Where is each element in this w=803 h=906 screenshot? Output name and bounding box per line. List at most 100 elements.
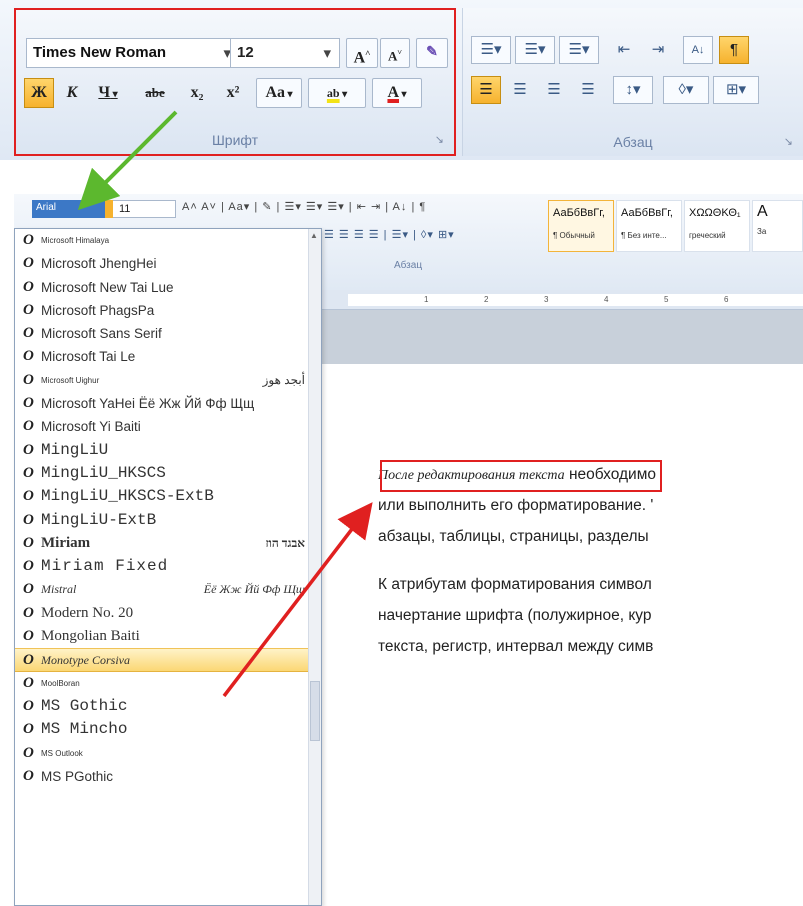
italic-button[interactable]: К — [58, 78, 86, 108]
align-center-icon[interactable]: ☰ — [505, 76, 535, 104]
font-list-item[interactable]: O MingLiU_HKSCS — [15, 462, 321, 485]
bullets-icon[interactable]: ☰▾ — [471, 36, 511, 64]
font-list-item[interactable]: O Microsoft Uighur أبجد هوز — [15, 369, 321, 392]
numbering-icon[interactable]: ☰▾ — [515, 36, 555, 64]
font-list-item[interactable]: O MingLiU_HKSCS-ExtB — [15, 485, 321, 508]
font-list-item-label: Modern No. 20 — [41, 604, 134, 621]
font-list-item[interactable]: O Miriam Fixed — [15, 555, 321, 578]
font-list-item[interactable]: O Microsoft Sans Serif — [15, 322, 321, 345]
show-formatting-button[interactable]: ¶ — [719, 36, 749, 64]
horizontal-ruler[interactable]: 1 2 3 4 5 6 — [314, 290, 803, 310]
font-list-item[interactable]: O MS Outlook — [15, 742, 321, 765]
font-list-item[interactable]: O MoolBoran — [15, 672, 321, 695]
opentype-font-icon: O — [23, 652, 34, 669]
font-dropdown-list[interactable]: O Microsoft Himalaya O Microsoft JhengHei O M… — [14, 228, 322, 906]
font-list-item[interactable]: O MS Gothic — [15, 695, 321, 718]
font-list-item-label: Microsoft Yi Baiti — [41, 419, 141, 435]
increase-indent-icon[interactable]: ⇥ — [643, 36, 673, 64]
highlight-color-button[interactable]: ab ▾ — [308, 78, 366, 108]
style-normal[interactable]: АаБбВвГг, ¶ Обычный — [548, 200, 614, 252]
font-list-item-selected[interactable]: O Monotype Corsiva — [15, 648, 321, 672]
document-background — [314, 310, 803, 364]
bold-button[interactable]: Ж — [24, 78, 54, 108]
paragraph-group: ☰▾ ☰▾ ☰▾ ⇤ ⇥ А↓ ¶ ☰ ☰ ☰ ☰ ↕▾ ◊▾ ⊞▾ Абзац… — [462, 8, 803, 156]
opentype-font-icon: O — [23, 604, 34, 621]
selected-text-frame — [380, 460, 662, 492]
opentype-font-icon: O — [23, 628, 34, 645]
list-scrollbar[interactable]: ▲ — [308, 229, 321, 905]
borders-icon[interactable]: ⊞▾ — [713, 76, 759, 104]
font-list-item-label: MingLiU — [41, 440, 109, 459]
font-size-combobox[interactable]: 12 ▾ — [230, 38, 340, 68]
opentype-font-icon: O — [23, 301, 34, 318]
font-list-item[interactable]: O Microsoft Himalaya — [15, 229, 321, 252]
word-window-screenshot: Arial 11 A˄ A˅ | Aa▾ | ✎ | ☰▾ ☰▾ ☰▾ | ⇤ … — [14, 194, 803, 906]
font-list-item-label: Mongolian Baiti — [41, 628, 140, 645]
font-name-combobox[interactable]: Times New Roman ▾ — [26, 38, 238, 68]
font-list-item-label: MS Gothic — [41, 696, 128, 715]
multilevel-list-icon[interactable]: ☰▾ — [559, 36, 599, 64]
opentype-font-icon: O — [23, 441, 34, 458]
font-list-item[interactable]: O Microsoft New Tai Lue — [15, 276, 321, 299]
superscript-button[interactable]: x² — [216, 78, 250, 108]
ruler-tick: 1 — [424, 295, 429, 304]
scroll-up-icon[interactable]: ▲ — [310, 231, 318, 240]
font-sample-preview: أبجد هوز — [262, 372, 305, 387]
shading-icon[interactable]: ◊▾ — [663, 76, 709, 104]
font-list-item[interactable]: O Modern No. 20 — [15, 602, 321, 625]
mini-toolbar-row1[interactable]: A˄ A˅ | Aa▾ | ✎ | ☰▾ ☰▾ ☰▾ | ⇤ ⇥ | A↓ | … — [182, 200, 426, 213]
font-list-item[interactable]: O Miriam אבגד הוז — [15, 532, 321, 555]
opentype-font-icon: O — [23, 325, 34, 342]
change-case-button[interactable]: Aa ▾ — [256, 78, 302, 108]
justify-icon[interactable]: ☰ — [573, 76, 603, 104]
font-list-item[interactable]: O MingLiU-ExtB — [15, 509, 321, 532]
font-list-item[interactable]: O Microsoft JhengHei — [15, 252, 321, 275]
opentype-font-icon: O — [23, 232, 34, 248]
opentype-font-icon: O — [23, 534, 34, 551]
font-list-item[interactable]: O Mistral Ёё Жж Йй Фф Щщ — [15, 578, 321, 601]
align-left-icon[interactable]: ☰ — [471, 76, 501, 104]
font-list-item[interactable]: O Microsoft Yi Baiti — [15, 415, 321, 438]
font-list-item[interactable]: O Microsoft Tai Le — [15, 345, 321, 368]
paragraph-group-label: Абзац — [613, 134, 653, 150]
mini-font-size-combobox[interactable]: 11 — [105, 200, 176, 218]
chevron-down-icon[interactable]: ▾ — [323, 44, 331, 62]
clear-formatting-icon[interactable]: ✎ — [416, 38, 448, 68]
document-page[interactable] — [314, 364, 803, 906]
opentype-font-icon: O — [23, 511, 34, 528]
font-list-item[interactable]: O Microsoft PhagsPa — [15, 299, 321, 322]
doc-line-5: начертание шрифта (полужирное, кур — [378, 607, 652, 624]
font-list-item-label: Microsoft Uighur — [41, 375, 100, 385]
ruler-tick: 2 — [484, 295, 489, 304]
font-list-item-label: MS Mincho — [41, 720, 128, 739]
sort-button[interactable]: А↓ — [683, 36, 713, 64]
font-list-item[interactable]: O Mongolian Baiti — [15, 625, 321, 648]
font-list-item-label: Microsoft Himalaya — [41, 236, 110, 245]
grow-font-button[interactable]: A˄ — [346, 38, 378, 68]
style-greek[interactable]: ΧΩΩΘΚΘ₁ греческий — [684, 200, 750, 252]
strikethrough-button[interactable]: abe — [134, 78, 176, 108]
opentype-font-icon: O — [23, 371, 34, 388]
font-list-item[interactable]: O MS PGothic — [15, 765, 321, 788]
font-list-item[interactable]: O MS Mincho — [15, 718, 321, 741]
dialog-launcher-icon[interactable]: ↘ — [435, 133, 444, 146]
dialog-launcher-icon[interactable]: ↘ — [784, 135, 793, 148]
scrollbar-thumb[interactable] — [310, 681, 320, 741]
font-color-button[interactable]: A ▾ — [372, 78, 422, 108]
font-list-item-label: Microsoft PhagsPa — [41, 302, 155, 318]
dropdown-button[interactable] — [105, 200, 113, 218]
line-spacing-icon[interactable]: ↕▾ — [613, 76, 653, 104]
mini-toolbar-row2[interactable]: ☰ ☰ ☰ ☰ | ☰▾ | ◊▾ ⊞▾ — [324, 228, 455, 241]
shrink-font-button[interactable]: A˅ — [380, 38, 410, 68]
font-sample-preview: אבגד הוז — [265, 535, 305, 550]
underline-button[interactable]: Ч ▾ — [90, 78, 126, 108]
font-list-item[interactable]: O MingLiU — [15, 439, 321, 462]
style-no-spacing[interactable]: АаБбВвГг, ¶ Без инте... — [616, 200, 682, 252]
decrease-indent-icon[interactable]: ⇤ — [609, 36, 639, 64]
font-list-item[interactable]: O Microsoft YaHei Ёё Жж Йй Фф Щщ — [15, 392, 321, 415]
ruler-track — [348, 294, 803, 306]
opentype-font-icon: O — [23, 418, 34, 435]
align-right-icon[interactable]: ☰ — [539, 76, 569, 104]
style-heading[interactable]: А За — [752, 200, 803, 252]
subscript-button[interactable]: x₂ — [180, 78, 214, 108]
